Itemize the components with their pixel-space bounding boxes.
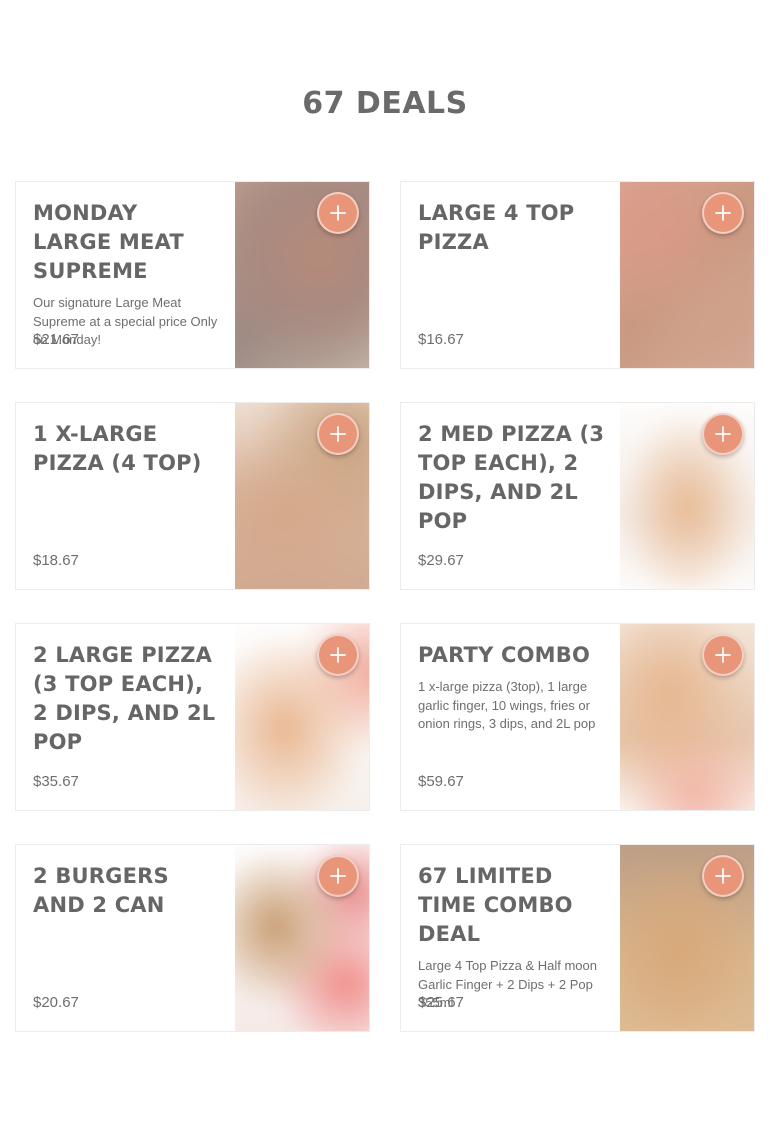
deal-text: 1 X-LARGE PIZZA (4 TOP) (33, 420, 223, 573)
deal-text: 67 LIMITED TIME COMBO DEAL Large 4 Top P… (418, 862, 608, 1015)
deal-card[interactable]: 1 X-LARGE PIZZA (4 TOP) $18.67 (15, 402, 370, 590)
plus-icon (715, 205, 731, 221)
add-to-cart-button[interactable] (317, 192, 359, 234)
plus-icon (330, 426, 346, 442)
deal-title: 2 BURGERS AND 2 CAN (33, 864, 169, 917)
page-title: 67 DEALS (302, 86, 468, 121)
deal-title: PARTY COMBO (418, 643, 591, 667)
add-to-cart-button[interactable] (702, 192, 744, 234)
deal-text: 2 LARGE PIZZA (3 TOP EACH), 2 DIPS, AND … (33, 641, 223, 794)
plus-icon (715, 426, 731, 442)
deal-text: PARTY COMBO 1 x-large pizza (3top), 1 la… (418, 641, 608, 794)
deal-price: $35.67 (33, 773, 79, 790)
add-to-cart-button[interactable] (702, 855, 744, 897)
add-to-cart-button[interactable] (317, 855, 359, 897)
deal-title: 1 X-LARGE PIZZA (4 TOP) (33, 422, 202, 475)
add-to-cart-button[interactable] (702, 634, 744, 676)
deal-price: $20.67 (33, 994, 79, 1011)
add-to-cart-button[interactable] (702, 413, 744, 455)
deal-title: 67 LIMITED TIME COMBO DEAL (418, 864, 573, 946)
deal-card[interactable]: LARGE 4 TOP PIZZA $16.67 (400, 181, 755, 369)
add-to-cart-button[interactable] (317, 413, 359, 455)
deal-title: 2 LARGE PIZZA (3 TOP EACH), 2 DIPS, AND … (33, 643, 216, 754)
deal-card[interactable]: 2 MED PIZZA (3 TOP EACH), 2 DIPS, AND 2L… (400, 402, 755, 590)
deal-price: $25.67 (418, 994, 464, 1011)
plus-icon (715, 868, 731, 884)
deal-text: LARGE 4 TOP PIZZA (418, 199, 608, 352)
deal-card[interactable]: PARTY COMBO 1 x-large pizza (3top), 1 la… (400, 623, 755, 811)
plus-icon (330, 647, 346, 663)
deal-text: 2 BURGERS AND 2 CAN (33, 862, 223, 1015)
plus-icon (715, 647, 731, 663)
deal-price: $18.67 (33, 552, 79, 569)
deal-title: MONDAY LARGE MEAT SUPREME (33, 201, 184, 283)
deal-price: $29.67 (418, 552, 464, 569)
deal-price: $21.67 (33, 331, 79, 348)
deal-text: MONDAY LARGE MEAT SUPREME Our signature … (33, 199, 223, 352)
deal-title: LARGE 4 TOP PIZZA (418, 201, 575, 254)
deal-price: $59.67 (418, 773, 464, 790)
deal-title: 2 MED PIZZA (3 TOP EACH), 2 DIPS, AND 2L… (418, 422, 605, 533)
plus-icon (330, 868, 346, 884)
deal-price: $16.67 (418, 331, 464, 348)
deal-card[interactable]: 2 LARGE PIZZA (3 TOP EACH), 2 DIPS, AND … (15, 623, 370, 811)
add-to-cart-button[interactable] (317, 634, 359, 676)
plus-icon (330, 205, 346, 221)
deal-text: 2 MED PIZZA (3 TOP EACH), 2 DIPS, AND 2L… (418, 420, 608, 573)
deal-card[interactable]: 67 LIMITED TIME COMBO DEAL Large 4 Top P… (400, 844, 755, 1032)
deal-card[interactable]: 2 BURGERS AND 2 CAN $20.67 (15, 844, 370, 1032)
deals-grid: MONDAY LARGE MEAT SUPREME Our signature … (15, 181, 755, 1032)
deal-description: 1 x-large pizza (3top), 1 large garlic f… (418, 679, 596, 731)
deal-card[interactable]: MONDAY LARGE MEAT SUPREME Our signature … (15, 181, 370, 369)
